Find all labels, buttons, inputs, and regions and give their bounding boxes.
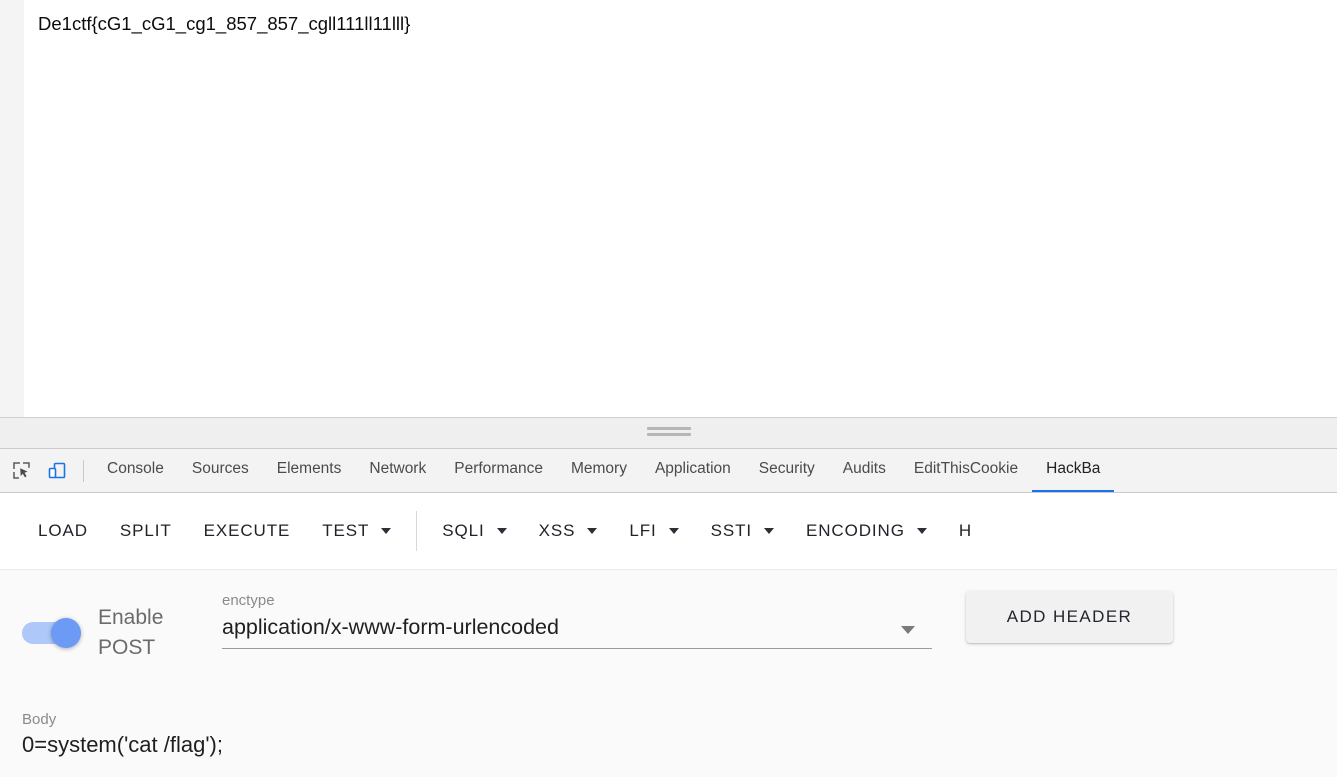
resize-grip-icon [646,427,691,439]
hackbar-menu-lfi-label: LFI [629,521,657,540]
devtools-tab-application[interactable]: Application [641,449,745,492]
enable-post-toggle-group[interactable]: Enable POST [22,603,176,663]
hackbar-menu-hashing-truncated[interactable]: H [943,505,988,557]
device-toolbar-glyph [48,462,66,478]
inspect-element-icon[interactable] [6,456,36,486]
request-body-label: Body [22,711,57,728]
enctype-select-field[interactable]: enctype application/x-www-form-urlencode… [222,592,932,649]
hackbar-menu-split[interactable]: SPLIT [104,505,188,557]
devtools-tab-console[interactable]: Console [93,449,178,492]
switch-knob [51,618,81,648]
chevron-down-icon [668,528,679,534]
devtools-tab-memory[interactable]: Memory [557,449,641,492]
hackbar-menu-encoding-label: ENCODING [806,521,905,540]
devtools-tab-security[interactable]: Security [745,449,829,492]
enctype-selected-value: application/x-www-form-urlencoded [222,615,559,639]
hackbar-menu-xss-label: XSS [538,521,576,540]
hackbar-menu-test-label: TEST [322,521,370,540]
enctype-field-label: enctype [222,592,275,609]
devtools-tab-performance[interactable]: Performance [440,449,557,492]
enable-post-label: Enable POST [98,606,164,659]
enable-post-switch[interactable] [22,618,84,648]
chevron-down-icon [496,528,507,534]
hackbar-menu-split-label: SPLIT [119,521,172,540]
hackbar-menu-execute[interactable]: EXECUTE [188,505,307,557]
chevron-down-icon [764,528,775,534]
hackbar-menu-execute-label: EXECUTE [203,521,291,540]
hackbar-menu-xss[interactable]: XSS [523,505,614,557]
hackbar-menu-sqli-label: SQLI [442,521,485,540]
hackbar-menu-bar: LOAD SPLIT EXECUTE TEST SQLI XSS LFI SST… [0,493,1337,569]
request-body-field[interactable]: Body 0=system('cat /flag'); [22,711,1312,760]
devtools-tab-sources[interactable]: Sources [178,449,263,492]
devtools-tab-elements[interactable]: Elements [263,449,356,492]
chevron-down-icon[interactable] [901,626,915,634]
page-left-gutter [0,0,24,417]
hackbar-menu-ssti[interactable]: SSTI [695,505,790,557]
hackbar-menu-lfi[interactable]: LFI [613,505,694,557]
devtools-resize-handle[interactable] [0,417,1337,448]
hackbar-menu-hashing-label: H [958,521,973,540]
devtools-tab-editthiscookie[interactable]: EditThisCookie [900,449,1032,492]
chevron-down-icon [587,528,598,534]
hackbar-menu-test[interactable]: TEST [306,505,407,557]
hackbar-menu-load[interactable]: LOAD [22,505,104,557]
inspect-element-glyph [12,462,30,479]
flag-output-text: De1ctf{cG1_cG1_cg1_857_857_cgll111ll11ll… [38,13,411,34]
hackbar-menu-divider [416,511,418,551]
chevron-down-icon [381,528,392,534]
toolbar-divider [83,459,84,482]
devtools-tab-audits[interactable]: Audits [829,449,900,492]
chevron-down-icon [916,528,927,534]
hackbar-menu-ssti-label: SSTI [710,521,753,540]
device-toolbar-icon[interactable] [42,456,72,486]
add-header-button[interactable]: ADD HEADER [966,591,1173,643]
devtools-tab-bar: Console Sources Elements Network Perform… [0,448,1337,493]
hackbar-menu-encoding[interactable]: ENCODING [790,505,943,557]
request-body-value[interactable]: 0=system('cat /flag'); [22,730,1312,760]
enctype-select-control[interactable]: application/x-www-form-urlencoded [222,613,932,649]
hackbar-menu-load-label: LOAD [38,521,88,540]
browser-page-viewport: De1ctf{cG1_cG1_cg1_857_857_cgll111ll11ll… [0,0,1337,417]
page-content-area: De1ctf{cG1_cG1_cg1_857_857_cgll111ll11ll… [24,0,1337,417]
devtools-tab-hackbar[interactable]: HackBa [1032,449,1115,492]
devtools-tab-network[interactable]: Network [355,449,440,492]
hackbar-menu-sqli[interactable]: SQLI [426,505,522,557]
